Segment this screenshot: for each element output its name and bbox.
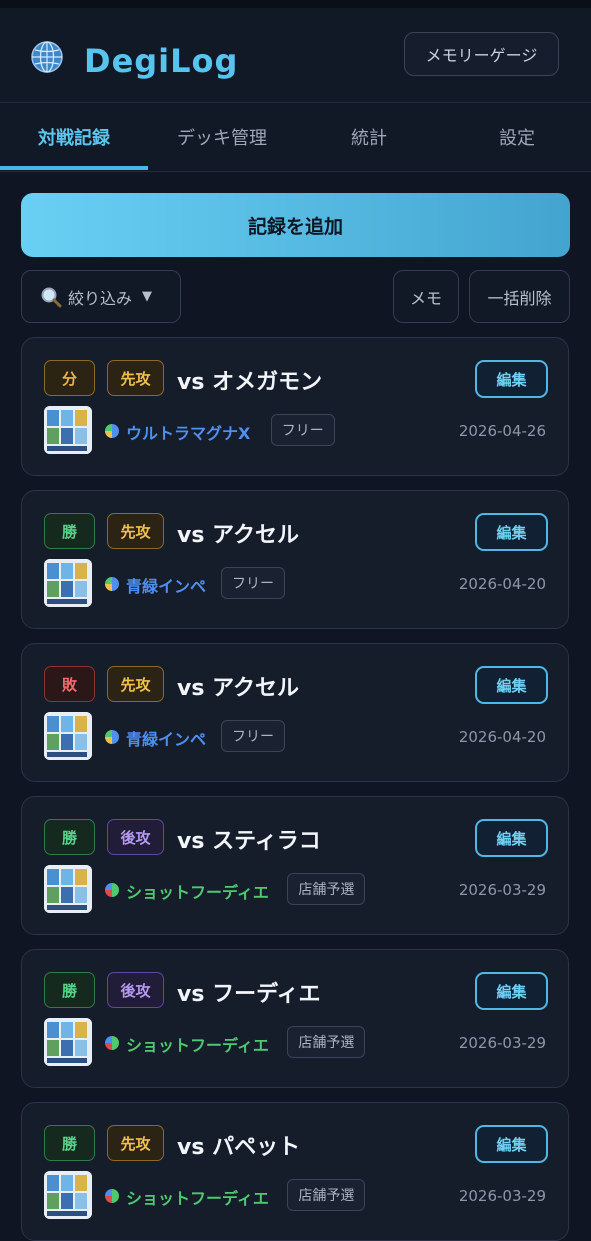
event-type-tag: フリー xyxy=(221,567,285,599)
deck-color-dot xyxy=(105,1189,119,1203)
record-date: 2026-04-26 xyxy=(458,422,546,440)
filter-button[interactable]: 絞り込み ▼ xyxy=(21,270,181,323)
result-badge: 分 xyxy=(44,360,95,396)
tab-settings[interactable]: 設定 xyxy=(443,103,591,171)
globe-icon xyxy=(31,41,63,73)
edit-button[interactable]: 編集 xyxy=(475,819,548,857)
record-date: 2026-04-20 xyxy=(458,575,546,593)
deck-name: ウルトラマグナX xyxy=(126,424,251,443)
deck-thumbnail xyxy=(44,1018,92,1066)
event-type-tag: 店舗予選 xyxy=(287,1179,366,1211)
search-icon xyxy=(41,287,62,307)
app-header: DegiLog メモリーゲージ xyxy=(0,8,591,102)
opponent-name: vs アクセル xyxy=(177,676,299,701)
edit-button[interactable]: 編集 xyxy=(475,972,548,1010)
tab-battle-records[interactable]: 対戦記録 xyxy=(0,103,148,171)
deck-color-dot xyxy=(105,424,119,438)
deck-color-dot xyxy=(105,730,119,744)
deck-thumbnail xyxy=(44,559,92,607)
deck-thumbnail xyxy=(44,865,92,913)
caret-down-icon: ▼ xyxy=(142,289,153,304)
turn-order-badge: 先攻 xyxy=(107,666,164,702)
record-card: 勝先攻 vs パペット 編集 ショットフーディエ 店舗予選 2026-03-29 xyxy=(21,1102,569,1241)
opponent-name: vs スティラコ xyxy=(177,829,321,854)
deck-name: ショットフーディエ xyxy=(126,1189,269,1208)
opponent-name: vs オメガモン xyxy=(177,370,323,395)
turn-order-badge: 後攻 xyxy=(107,819,164,855)
memory-gauge-button[interactable]: メモリーゲージ xyxy=(404,32,559,76)
record-date: 2026-03-29 xyxy=(458,1187,546,1205)
add-record-button[interactable]: 記録を追加 xyxy=(21,193,570,257)
filter-label: 絞り込み xyxy=(68,288,133,308)
active-tab-indicator xyxy=(0,166,148,170)
status-bar xyxy=(0,0,591,8)
record-card: 勝先攻 vs アクセル 編集 青緑インペ フリー 2026-04-20 xyxy=(21,490,569,629)
record-card: 勝後攻 vs スティラコ 編集 ショットフーディエ 店舗予選 2026-03-29 xyxy=(21,796,569,935)
result-badge: 勝 xyxy=(44,1125,95,1161)
opponent-name: vs パペット xyxy=(177,1135,301,1160)
deck-color-dot xyxy=(105,1036,119,1050)
deck-name: 青緑インペ xyxy=(126,577,207,596)
turn-order-badge: 先攻 xyxy=(107,360,164,396)
record-card: 分先攻 vs オメガモン 編集 ウルトラマグナX フリー 2026-04-26 xyxy=(21,337,569,476)
deck-name: 青緑インペ xyxy=(126,730,207,749)
result-badge: 勝 xyxy=(44,513,95,549)
record-card: 敗先攻 vs アクセル 編集 青緑インペ フリー 2026-04-20 xyxy=(21,643,569,782)
deck-thumbnail xyxy=(44,712,92,760)
deck-name: ショットフーディエ xyxy=(126,883,269,902)
opponent-name: vs フーディエ xyxy=(177,982,321,1007)
tab-deck-management[interactable]: デッキ管理 xyxy=(148,103,296,171)
result-badge: 敗 xyxy=(44,666,95,702)
tab-statistics[interactable]: 統計 xyxy=(295,103,443,171)
memo-button[interactable]: メモ xyxy=(393,270,459,323)
event-type-tag: フリー xyxy=(221,720,285,752)
record-date: 2026-03-29 xyxy=(458,1034,546,1052)
event-type-tag: 店舗予選 xyxy=(287,873,366,905)
result-badge: 勝 xyxy=(44,819,95,855)
opponent-name: vs アクセル xyxy=(177,523,299,548)
app-title: DegiLog xyxy=(84,42,239,80)
deck-thumbnail xyxy=(44,1171,92,1219)
event-type-tag: 店舗予選 xyxy=(287,1026,366,1058)
tab-bar: 対戦記録 デッキ管理 統計 設定 xyxy=(0,102,591,172)
deck-color-dot xyxy=(105,883,119,897)
record-date: 2026-03-29 xyxy=(458,881,546,899)
result-badge: 勝 xyxy=(44,972,95,1008)
event-type-tag: フリー xyxy=(270,414,335,446)
edit-button[interactable]: 編集 xyxy=(475,666,548,704)
bulk-delete-button[interactable]: 一括削除 xyxy=(469,270,570,323)
deck-color-dot xyxy=(105,577,119,591)
turn-order-badge: 先攻 xyxy=(107,1125,164,1161)
deck-name: ショットフーディエ xyxy=(126,1036,269,1055)
turn-order-badge: 後攻 xyxy=(107,972,164,1008)
record-card: 勝後攻 vs フーディエ 編集 ショットフーディエ 店舗予選 2026-03-29 xyxy=(21,949,569,1088)
turn-order-badge: 先攻 xyxy=(107,513,164,549)
edit-button[interactable]: 編集 xyxy=(475,1125,548,1163)
edit-button[interactable]: 編集 xyxy=(475,513,548,551)
edit-button[interactable]: 編集 xyxy=(475,360,548,398)
record-date: 2026-04-20 xyxy=(458,728,546,746)
deck-thumbnail xyxy=(44,406,92,454)
